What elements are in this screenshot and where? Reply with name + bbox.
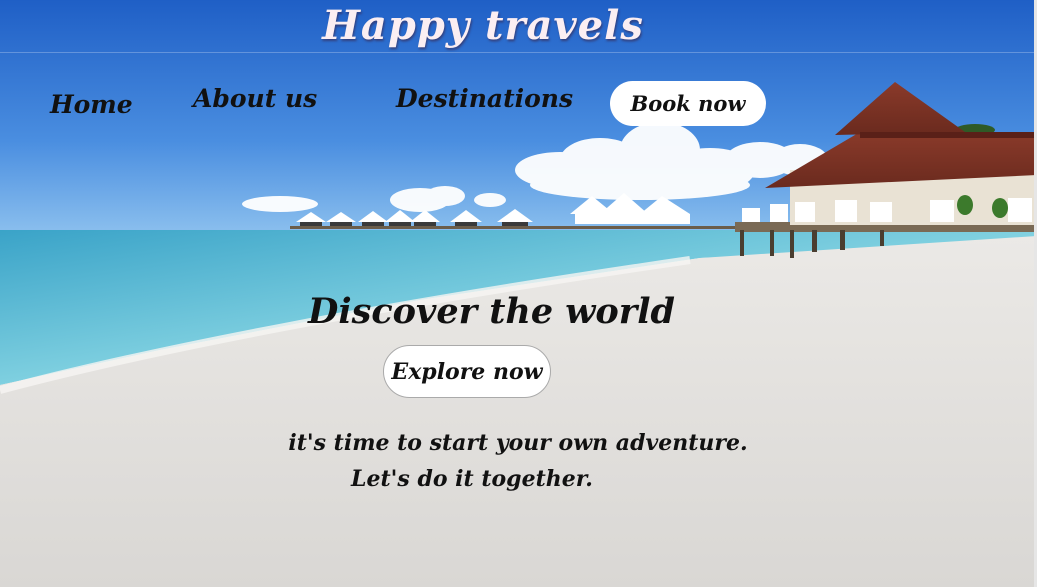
header-bar: Happy travels — [0, 0, 1037, 53]
tagline-line-1: it's time to start your own adventure. — [288, 430, 748, 456]
book-now-button[interactable]: Book now — [610, 81, 766, 126]
hero-heading: Discover the world — [308, 291, 675, 332]
page: Happy travels Home About us Destinations… — [0, 0, 1037, 587]
site-title: Happy travels — [322, 2, 644, 49]
explore-now-button[interactable]: Explore now — [383, 345, 551, 398]
nav-link-destinations[interactable]: Destinations — [396, 84, 573, 113]
tagline-line-2: Let's do it together. — [351, 466, 593, 492]
nav-link-about-us[interactable]: About us — [193, 84, 317, 113]
nav-link-home[interactable]: Home — [50, 90, 133, 119]
